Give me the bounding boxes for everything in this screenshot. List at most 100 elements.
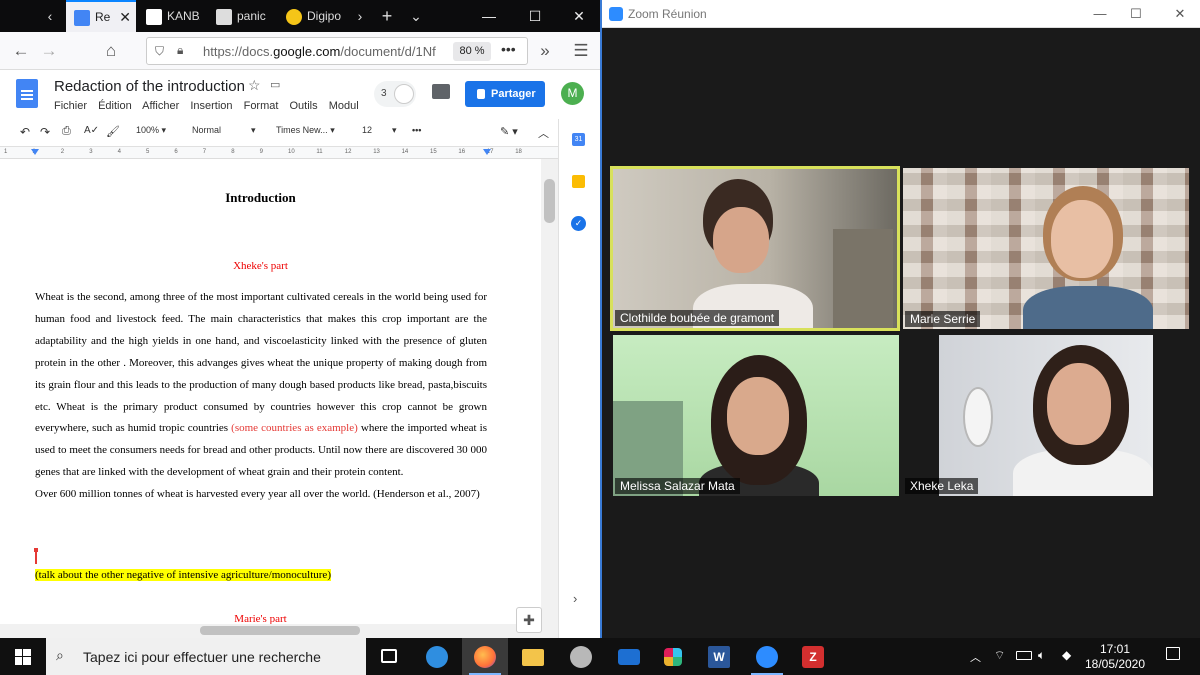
style-select[interactable]: Normal ▾ (192, 125, 256, 136)
folder-icon[interactable]: ▭ (270, 78, 280, 91)
left-indent-marker[interactable] (31, 149, 39, 155)
search-input[interactable]: ⌕ Tapez ici pour effectuer une recherche (46, 638, 366, 675)
chevron-down-icon[interactable]: ⌄ (406, 6, 426, 26)
tab-kanban[interactable]: KANBA (138, 0, 200, 32)
word-button[interactable]: W (696, 638, 742, 675)
chevron-left-icon[interactable]: ‹ (40, 6, 60, 26)
minimize-icon[interactable]: — (466, 0, 512, 32)
participant-tile[interactable]: Xheke Leka (903, 335, 1189, 496)
task-view-button[interactable] (366, 638, 412, 675)
app-button-2[interactable]: Z (790, 638, 836, 675)
participant-tile[interactable]: Clothilde boubée de gramont (610, 166, 900, 331)
edge-icon (426, 646, 448, 668)
maximize-icon[interactable]: ☐ (512, 0, 558, 32)
menu-outils[interactable]: Outils (290, 100, 318, 112)
close-icon[interactable]: ✕ (556, 0, 600, 32)
lock-icon[interactable]: 🔒︎ (177, 43, 183, 58)
participant-tile[interactable]: Marie Serrie (903, 168, 1189, 329)
menu-edition[interactable]: Édition (98, 100, 132, 112)
print-icon[interactable]: ⎙ (62, 125, 71, 138)
new-tab-icon[interactable]: + (377, 6, 397, 26)
more-tools-icon[interactable]: ••• (412, 125, 421, 135)
zoom-button[interactable] (744, 638, 790, 675)
tab-digipo[interactable]: Digipo (278, 0, 348, 32)
battery-icon[interactable] (1016, 651, 1032, 660)
menu-insertion[interactable]: Insertion (190, 100, 232, 112)
ruler[interactable]: 1 1 2 3 4 5 6 7 8 9 10 11 12 13 14 15 16 17 18 (0, 147, 558, 159)
volume-icon[interactable]: 🔈︎ (1038, 648, 1045, 663)
shield-icon[interactable]: ⛉ (155, 44, 164, 59)
tab-docs[interactable]: Re ✕ (66, 0, 136, 32)
notification-icon[interactable] (1166, 647, 1180, 660)
url-bar[interactable]: ⛉ 🔒︎ https://docs.google.com/document/d/… (146, 37, 528, 65)
ruler-number: 18 (515, 149, 522, 155)
docs-logo-icon[interactable] (16, 79, 38, 108)
file-explorer-button[interactable] (510, 638, 556, 675)
comments-icon[interactable] (432, 84, 450, 99)
digipo-icon (286, 8, 302, 25)
slack-button[interactable] (650, 638, 696, 675)
redo-icon[interactable]: ↷ (40, 125, 50, 139)
forward-icon[interactable]: → (36, 39, 62, 63)
network-icon[interactable]: ⌔ (994, 648, 1005, 663)
participant-tile[interactable]: Melissa Salazar Mata (613, 335, 899, 496)
scrollbar-thumb[interactable] (544, 179, 555, 223)
menu-afficher[interactable]: Afficher (142, 100, 179, 112)
zoom-level[interactable]: 80 % (453, 42, 491, 61)
more-icon[interactable]: ••• (501, 41, 516, 57)
ruler-number: 2 (60, 149, 65, 155)
back-icon[interactable]: ← (8, 39, 34, 63)
document-page[interactable]: Introduction Xheke's part Wheat is the s… (0, 159, 541, 624)
document-title[interactable]: Redaction of the introduction (54, 78, 245, 95)
participant-name: Clothilde boubée de gramont (615, 310, 780, 326)
calendar-icon[interactable]: 31 (572, 133, 585, 146)
dropbox-icon[interactable]: ◆ (1062, 648, 1071, 662)
menu-fichier[interactable]: Fichier (54, 100, 87, 112)
minimize-icon[interactable]: — (1090, 4, 1110, 24)
overflow-icon[interactable]: » (532, 39, 558, 63)
zoom-titlebar: Zoom Réunion — ☐ ✕ (602, 0, 1200, 28)
mail-button[interactable] (606, 638, 652, 675)
firefox-button[interactable] (462, 638, 508, 675)
menu-icon[interactable]: ☰ (568, 39, 594, 63)
menu-modules[interactable]: Modul (329, 100, 359, 112)
spellcheck-icon[interactable]: A✓ (84, 125, 99, 136)
horizontal-scrollbar[interactable] (0, 624, 558, 638)
close-icon[interactable]: ✕ (1170, 4, 1190, 24)
ruler-number: 11 (316, 149, 323, 155)
right-indent-marker[interactable] (483, 149, 491, 155)
undo-icon[interactable]: ↶ (20, 125, 30, 139)
font-size-select[interactable]: 12 ▾ (362, 125, 397, 136)
star-icon[interactable]: ☆ (248, 77, 261, 94)
app-button[interactable] (558, 638, 604, 675)
paint-format-icon[interactable]: 🖌︎ (106, 125, 120, 138)
word-icon: W (708, 646, 730, 668)
edge-button[interactable] (414, 638, 460, 675)
tasks-icon[interactable]: ✓ (571, 216, 586, 231)
home-icon[interactable]: ⌂ (98, 39, 124, 63)
search-icon: ⌕ (56, 647, 64, 663)
windows-start-button[interactable] (0, 638, 46, 675)
clock[interactable]: 17:01 18/05/2020 (1080, 642, 1150, 672)
edit-mode-icon[interactable]: ✎ ▾ (500, 125, 518, 138)
collapse-icon[interactable]: ︿ (538, 125, 549, 141)
zoom-select[interactable]: 100% ▾ (136, 125, 166, 136)
font-select[interactable]: Times New... ▾ (276, 125, 335, 136)
chevron-right-icon[interactable]: › (573, 591, 577, 606)
ruler-number: 6 (174, 149, 178, 155)
vertical-scrollbar[interactable] (541, 159, 558, 624)
menu-format[interactable]: Format (244, 100, 279, 112)
close-tab-icon[interactable]: ✕ (119, 2, 131, 32)
tab-panic[interactable]: panic (208, 0, 274, 32)
share-button[interactable]: Partager (465, 81, 545, 107)
chevron-right-icon[interactable]: › (350, 6, 370, 26)
maximize-icon[interactable]: ☐ (1126, 4, 1146, 24)
keep-icon[interactable] (572, 175, 585, 188)
explore-button[interactable]: ✚ (516, 607, 542, 633)
chat-users-icon (394, 84, 414, 104)
scrollbar-thumb[interactable] (200, 626, 360, 635)
viewers-badge[interactable]: 3 (374, 81, 416, 107)
participant-name: Marie Serrie (905, 311, 981, 327)
avatar[interactable]: M (561, 82, 584, 105)
chevron-up-icon[interactable]: ︿ (970, 649, 981, 665)
